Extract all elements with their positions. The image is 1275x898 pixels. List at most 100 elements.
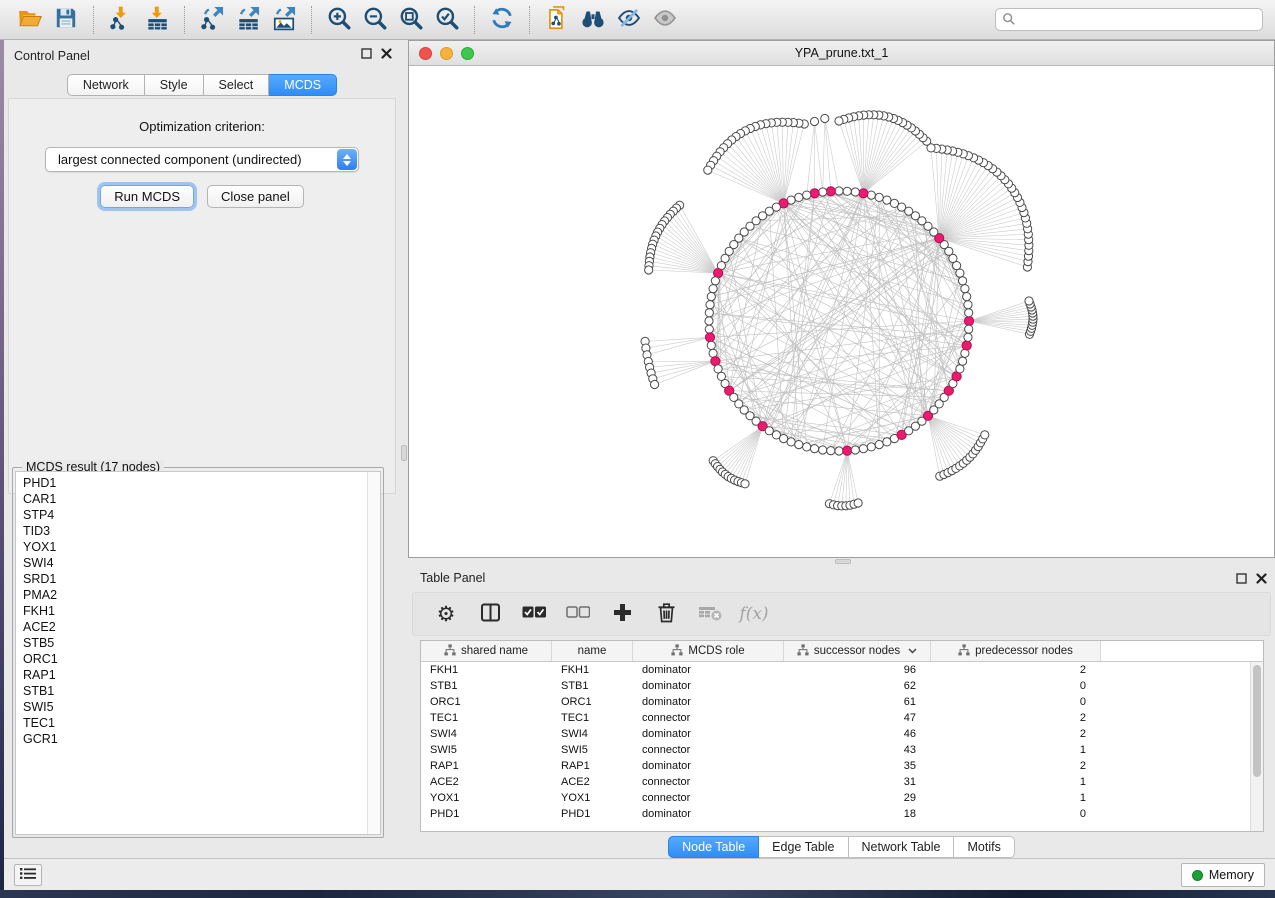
delete-column-button[interactable] (651, 599, 681, 629)
network-window-titlebar[interactable]: YPA_prune.txt_1 (409, 41, 1274, 66)
network-node[interactable] (956, 365, 964, 373)
task-history-button[interactable] (14, 864, 42, 886)
mcds-result-item[interactable]: PMA2 (23, 587, 366, 603)
network-node[interactable] (867, 191, 875, 199)
clone-network-button[interactable] (539, 5, 575, 35)
mcds-result-item[interactable]: ACE2 (23, 619, 366, 635)
close-panel-icon[interactable] (1256, 573, 1267, 584)
splitter-grip[interactable] (401, 445, 407, 461)
network-node[interactable] (706, 301, 714, 309)
mcds-result-item[interactable]: SRD1 (23, 571, 366, 587)
network-node[interactable] (811, 445, 819, 453)
float-panel-icon[interactable] (1236, 573, 1247, 584)
network-node[interactable] (819, 446, 827, 454)
network-node[interactable] (867, 443, 875, 451)
network-node[interactable] (835, 187, 843, 195)
add-column-button[interactable] (607, 599, 637, 629)
mcds-node[interactable] (962, 341, 971, 350)
network-node[interactable] (795, 193, 803, 201)
zoom-out-button[interactable] (357, 5, 393, 35)
mcds-result-item[interactable]: STP4 (23, 507, 366, 523)
table-settings-button[interactable]: ⚙ (431, 599, 461, 629)
float-panel-icon[interactable] (361, 48, 372, 59)
close-panel-button[interactable]: Close panel (207, 185, 304, 208)
export-image-button[interactable] (266, 5, 302, 35)
column-header-MCDS-role[interactable]: MCDS role (633, 641, 784, 661)
network-node[interactable] (707, 293, 715, 301)
mcds-node[interactable] (810, 189, 819, 198)
column-header-successor-nodes[interactable]: successor nodes (784, 641, 931, 661)
mcds-result-item[interactable]: YOX1 (23, 539, 366, 555)
mcds-result-item[interactable]: PHD1 (23, 475, 366, 491)
search-input[interactable] (995, 8, 1263, 31)
mcds-result-item[interactable]: SWI4 (23, 555, 366, 571)
network-node[interactable] (780, 435, 788, 443)
hide-selected-button[interactable] (611, 5, 647, 35)
optimization-select[interactable]: largest connected component (undirected) (45, 147, 359, 172)
mcds-node[interactable] (826, 187, 835, 196)
mcds-result-item[interactable]: GCR1 (23, 731, 366, 747)
find-button[interactable] (575, 5, 611, 35)
table-row[interactable]: TEC1TEC1connector472 (421, 710, 1250, 726)
network-node[interactable] (961, 349, 969, 357)
table-scrollbar[interactable] (1250, 662, 1263, 831)
network-node[interactable] (709, 285, 717, 293)
show-all-button[interactable] (647, 5, 683, 35)
table-row[interactable]: YOX1YOX1connector291 (421, 790, 1250, 806)
mcds-result-item[interactable]: STB5 (23, 635, 366, 651)
table-row[interactable]: STB1STB1dominator620 (421, 678, 1250, 694)
network-node[interactable] (714, 365, 722, 373)
zoom-fit-button[interactable] (393, 5, 429, 35)
network-node[interactable] (705, 317, 713, 325)
vertical-splitter[interactable] (400, 40, 408, 858)
run-mcds-button[interactable]: Run MCDS (100, 185, 194, 208)
tab-motifs[interactable]: Motifs (954, 836, 1014, 858)
zoom-in-button[interactable] (321, 5, 357, 35)
table-row[interactable]: FKH1FKH1dominator962 (421, 662, 1250, 678)
export-network-button[interactable] (194, 5, 230, 35)
network-node[interactable] (803, 191, 811, 199)
network-node[interactable] (859, 445, 867, 453)
network-node[interactable] (883, 438, 891, 446)
mcds-result-item[interactable]: TID3 (23, 523, 366, 539)
mcds-result-item[interactable]: RAP1 (23, 667, 366, 683)
tab-node-table[interactable]: Node Table (668, 836, 759, 858)
table-row[interactable]: ACE2ACE2connector311 (421, 774, 1250, 790)
network-node[interactable] (851, 446, 859, 454)
mcds-node[interactable] (705, 333, 714, 342)
table-row[interactable]: ORC1ORC1dominator610 (421, 694, 1250, 710)
table-row[interactable]: SWI4SWI4dominator462 (421, 726, 1250, 742)
network-node[interactable] (890, 199, 898, 207)
tab-style[interactable]: Style (145, 74, 204, 96)
mcds-result-item[interactable]: CAR1 (23, 491, 366, 507)
table-row[interactable]: RAP1RAP1dominator352 (421, 758, 1250, 774)
network-node[interactable] (795, 441, 803, 449)
table-row[interactable]: SWI5SWI5connector431 (421, 742, 1250, 758)
mcds-node[interactable] (964, 316, 973, 325)
result-list-scrollbar[interactable] (367, 472, 380, 834)
network-node[interactable] (875, 193, 883, 201)
deselect-all-button[interactable] (563, 599, 593, 629)
network-node[interactable] (956, 269, 964, 277)
tab-select[interactable]: Select (204, 74, 270, 96)
column-header-name[interactable]: name (552, 641, 633, 661)
tab-mcds[interactable]: MCDS (269, 74, 337, 96)
mcds-result-item[interactable]: FKH1 (23, 603, 366, 619)
network-node[interactable] (835, 447, 843, 455)
tab-network-table[interactable]: Network Table (849, 836, 955, 858)
tab-edge-table[interactable]: Edge Table (759, 836, 848, 858)
column-header-shared-name[interactable]: shared name (421, 641, 552, 661)
mcds-result-item[interactable]: SWI5 (23, 699, 366, 715)
horizontal-splitter[interactable] (408, 558, 1275, 565)
network-node[interactable] (963, 293, 971, 301)
column-header-predecessor-nodes[interactable]: predecessor nodes (931, 641, 1101, 661)
network-node[interactable] (711, 277, 719, 285)
table-row[interactable]: PHD1PHD1dominator180 (421, 806, 1250, 822)
function-builder-button[interactable]: f(x) (739, 599, 769, 629)
zoom-selected-button[interactable] (429, 5, 465, 35)
network-node[interactable] (964, 333, 972, 341)
network-node[interactable] (819, 188, 827, 196)
network-node[interactable] (965, 309, 973, 317)
close-panel-icon[interactable] (381, 48, 392, 59)
open-session-button[interactable] (12, 5, 48, 35)
